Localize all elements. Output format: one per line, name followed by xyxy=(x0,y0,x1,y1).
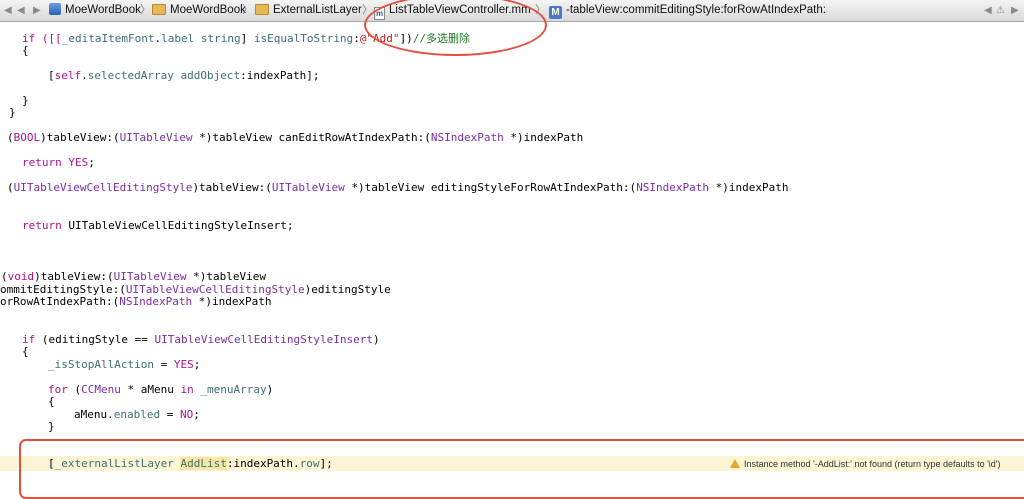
grid-icon[interactable]: ◀ xyxy=(4,0,12,21)
forward-arrow-icon[interactable]: ▶ xyxy=(33,0,41,21)
breadcrumb-separator-icon: 〉 xyxy=(242,4,253,16)
breadcrumb-separator-icon: 〉 xyxy=(140,4,151,16)
folder-icon xyxy=(152,4,166,15)
code-line: return UITableViewCellEditingStyleInsert… xyxy=(22,219,294,232)
breadcrumb-group[interactable]: MoeWordBook xyxy=(152,0,246,21)
next-issue-icon[interactable]: ▶ xyxy=(1011,0,1019,21)
issue-warning-icon[interactable]: ⚠ xyxy=(996,0,1005,21)
annotation-box xyxy=(19,439,1024,499)
code-line: } xyxy=(9,106,16,119)
project-icon xyxy=(49,3,61,15)
code-line: for (CCMenu * aMenu in _menuArray) xyxy=(48,383,274,396)
code-line: orRowAtIndexPath:(NSIndexPath *)indexPat… xyxy=(0,295,272,308)
breadcrumb-project[interactable]: MoeWordBook xyxy=(49,0,141,21)
breadcrumb-method[interactable]: M -tableView:commitEditingStyle:forRowAtI… xyxy=(549,0,826,21)
code-line: [self.selectedArray addObject:indexPath]… xyxy=(48,69,320,82)
code-line: (void)tableView:(UITableView *)tableView xyxy=(1,270,266,283)
code-line: { xyxy=(22,44,29,57)
code-line: (UITableViewCellEditingStyle)tableView:(… xyxy=(7,181,789,194)
code-line: if (editingStyle == UITableViewCellEditi… xyxy=(22,333,380,346)
code-line: return YES; xyxy=(22,156,95,169)
previous-issue-icon[interactable]: ◀ xyxy=(984,0,992,21)
code-line: (BOOL)tableView:(UITableView *)tableView… xyxy=(7,131,584,144)
code-line: _isStopAllAction = YES; xyxy=(48,358,201,371)
folder-icon xyxy=(255,4,269,15)
code-editor[interactable]: if ([[_editaItemFont.label string] isEqu… xyxy=(0,22,1024,499)
breadcrumb-folder[interactable]: ExternalListLayer xyxy=(255,0,362,21)
code-line: aMenu.enabled = NO; xyxy=(74,408,200,421)
code-line: } xyxy=(48,420,55,433)
code-line: { xyxy=(48,395,55,408)
method-icon: M xyxy=(549,6,562,19)
code-line: { xyxy=(22,345,29,358)
back-arrow-icon[interactable]: ◀ xyxy=(17,0,25,21)
code-line: } xyxy=(22,94,29,107)
